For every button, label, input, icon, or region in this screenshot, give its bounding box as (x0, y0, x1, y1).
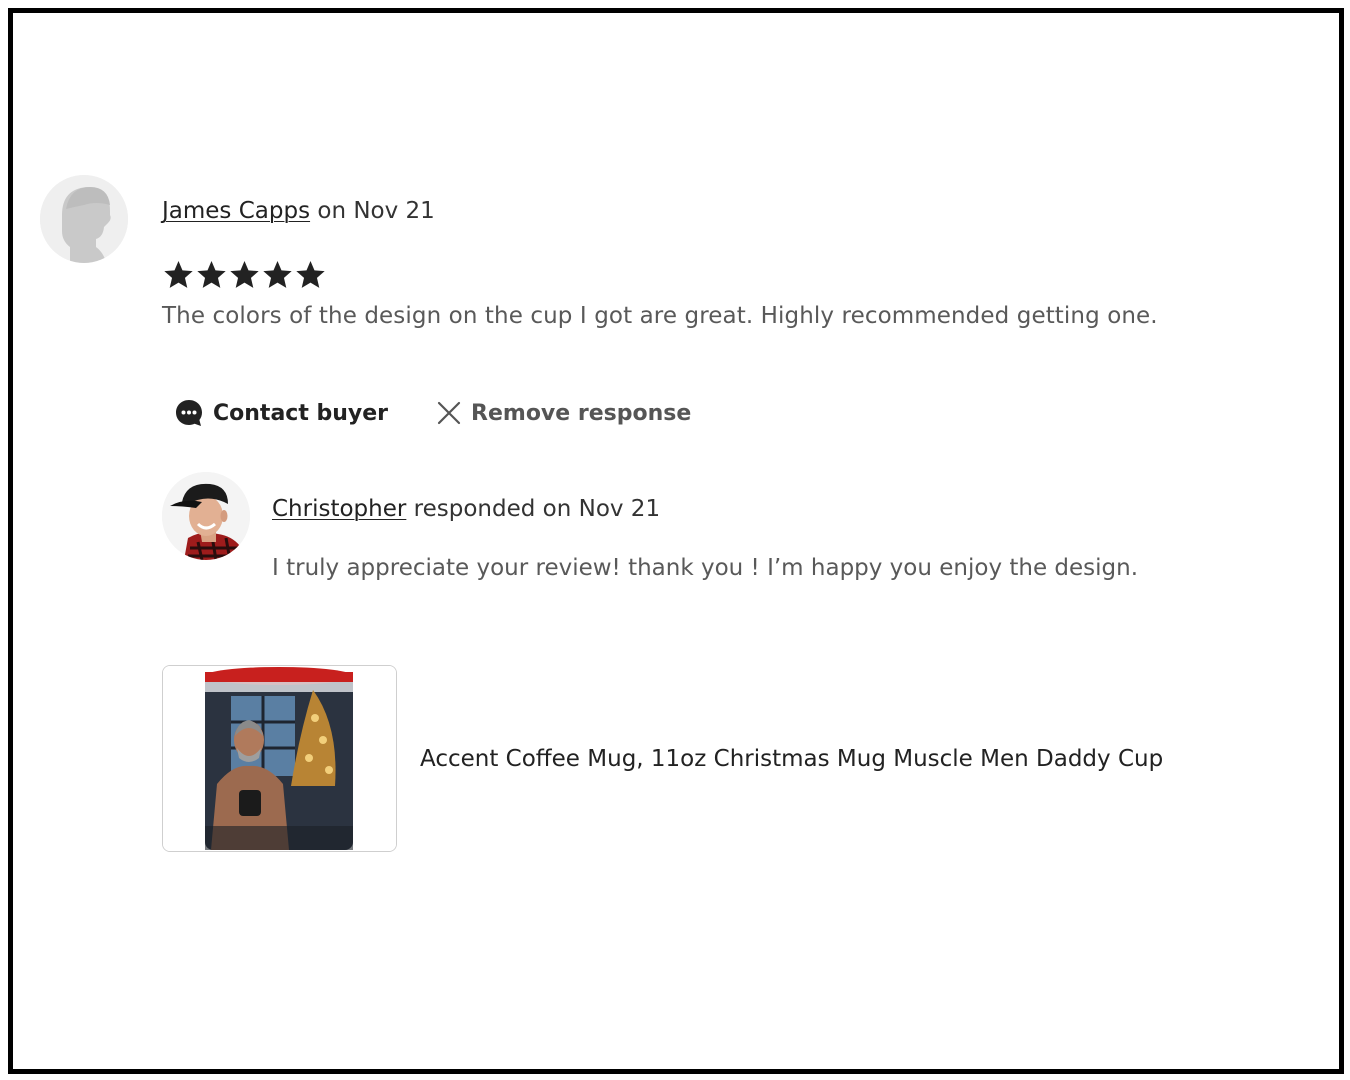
seller-name-link[interactable]: Christopher (272, 496, 406, 522)
chat-bubble-icon (176, 400, 202, 426)
contact-buyer-button[interactable]: Contact buyer (174, 398, 388, 428)
contact-buyer-label: Contact buyer (213, 400, 389, 426)
star-icon (296, 260, 325, 288)
product-thumbnail[interactable] (162, 665, 397, 852)
default-avatar-silhouette-icon (40, 175, 128, 263)
product-title-link[interactable]: Accent Coffee Mug, 11oz Christmas Mug Mu… (420, 746, 1163, 772)
seller-response-meta: Christopher responded on Nov 21 (272, 496, 660, 522)
star-icon (230, 260, 259, 288)
seller-profile-photo (162, 472, 250, 560)
star-rating (162, 258, 327, 292)
mug-product-image (163, 666, 396, 851)
remove-response-button[interactable]: Remove response (436, 400, 691, 426)
reviewer-meta: James Capps on Nov 21 (162, 198, 435, 224)
close-icon (437, 401, 461, 425)
reviewer-avatar[interactable] (40, 175, 128, 263)
remove-response-label: Remove response (471, 400, 692, 426)
review-actions: Contact buyer Remove response (174, 398, 691, 428)
star-icon (197, 260, 226, 288)
star-icon (263, 260, 292, 288)
reviewer-name-link[interactable]: James Capps (162, 198, 310, 224)
review-date: on Nov 21 (310, 198, 435, 224)
star-icon (164, 260, 193, 288)
seller-response-text: I truly appreciate your review! thank yo… (272, 555, 1139, 581)
review-text: The colors of the design on the cup I go… (162, 303, 1158, 329)
response-date: responded on Nov 21 (406, 496, 661, 522)
seller-avatar[interactable] (162, 472, 250, 560)
